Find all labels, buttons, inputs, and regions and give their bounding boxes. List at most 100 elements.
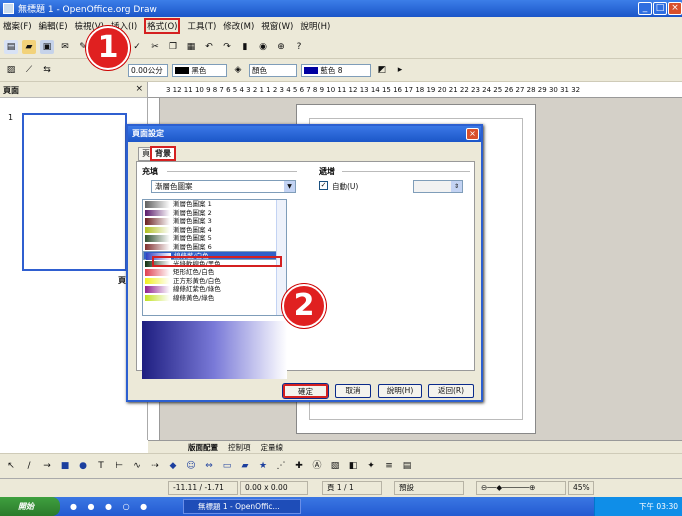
ok-button[interactable]: 確定 (282, 383, 329, 399)
align-icon[interactable]: ≡ (382, 459, 396, 473)
redo-icon[interactable]: ↷ (220, 40, 234, 54)
status-size: 0.00 x 0.00 (240, 481, 308, 495)
gradient-swatch (145, 226, 170, 233)
minimize-button[interactable]: _ (638, 2, 652, 15)
taskbar-item[interactable]: 無標題 1 - OpenOffic... (183, 499, 301, 514)
gradient-list-item[interactable]: 漸層色圖案 2 (143, 209, 286, 218)
close-button[interactable]: × (668, 2, 682, 15)
callouts-icon[interactable]: ▰ (238, 459, 252, 473)
shadow-icon[interactable]: ◩ (375, 63, 389, 77)
pages-panel-close[interactable]: × (135, 84, 143, 94)
basic-shapes-icon[interactable]: ◆ (166, 459, 180, 473)
extrusion-icon[interactable]: ◧ (346, 459, 360, 473)
gradient-list-item[interactable]: 矩形紅色/白色 (143, 268, 286, 277)
cut-icon[interactable]: ✂ (148, 40, 162, 54)
slide-number: 1 (8, 113, 14, 122)
open-icon[interactable]: ▰ (22, 39, 36, 54)
step-callout-1: 1 (86, 26, 130, 70)
menu-format[interactable]: 格式(O) (144, 18, 181, 34)
gradient-list-item[interactable]: 漸層色圖案 4 (143, 226, 286, 235)
line-color-select[interactable]: 黑色 (172, 63, 227, 77)
more-icon[interactable]: ▸ (393, 63, 407, 77)
auto-checkbox[interactable]: ✓ (319, 181, 328, 190)
image-icon[interactable]: ▧ (328, 459, 342, 473)
gradient-list-item[interactable]: 漸層色圖案 5 (143, 234, 286, 243)
menu-edit[interactable]: 編輯(E) (39, 20, 68, 32)
connector-icon[interactable]: ⊢ (112, 459, 126, 473)
gluepoints-icon[interactable]: ✚ (292, 459, 306, 473)
lines-arrows-icon[interactable]: ⇢ (148, 459, 162, 473)
paste-icon[interactable]: ▦ (184, 40, 198, 54)
help-icon[interactable]: ? (292, 40, 306, 54)
menu-modify[interactable]: 修改(M) (223, 20, 254, 32)
tab-dimension-lines[interactable]: 定量線 (261, 442, 284, 453)
line-width-field[interactable]: 0.00公分 (128, 63, 168, 77)
gradient-list-item[interactable]: 漸層色圖案 1 (143, 200, 286, 209)
area-icon[interactable]: ◈ (231, 63, 245, 77)
copy-icon[interactable]: ❐ (166, 40, 180, 54)
fill-group-label: 充填 (142, 167, 158, 176)
status-style: 預設 (394, 481, 464, 495)
arrow-tool-icon[interactable]: → (40, 459, 54, 473)
line-tool-icon[interactable]: / (22, 459, 36, 473)
help-button[interactable]: 說明(H) (378, 384, 422, 398)
arrow-style-icon[interactable]: ⇆ (40, 63, 54, 77)
menu-file[interactable]: 檔案(F) (3, 20, 32, 32)
effects-icon[interactable]: ✦ (364, 459, 378, 473)
gradient-swatch (145, 235, 170, 242)
gradient-list-item[interactable]: 漸層色圖案 6 (143, 243, 286, 252)
points-icon[interactable]: ⋰ (274, 459, 288, 473)
menu-tools[interactable]: 工具(T) (187, 20, 216, 32)
area-style-select[interactable]: 顏色 (249, 63, 297, 77)
menu-help[interactable]: 說明(H) (300, 20, 330, 32)
area-color-select[interactable]: 藍色 8 (301, 63, 371, 77)
zoom-icon[interactable]: ⊕ (274, 40, 288, 54)
flowchart-icon[interactable]: ▭ (220, 459, 234, 473)
quick-launch-icons[interactable]: ● ● ● ○ ● (70, 502, 151, 511)
slide-thumbnail[interactable] (22, 113, 127, 271)
symbol-shapes-icon[interactable]: ☺ (184, 459, 198, 473)
increments-group-label: 遞增 (319, 167, 335, 176)
tab-layout[interactable]: 版面配置 (188, 442, 218, 453)
reset-button[interactable]: 返回(R) (428, 384, 474, 398)
save-icon[interactable]: ▣ (40, 39, 54, 54)
gradient-list-item[interactable]: 線條紅紫色/綠色 (143, 285, 286, 294)
curve-icon[interactable]: ∿ (130, 459, 144, 473)
navigator-icon[interactable]: ◉ (256, 40, 270, 54)
spellcheck-icon[interactable]: ✓ (130, 40, 144, 54)
fontwork-icon[interactable]: Ⓐ (310, 459, 324, 473)
gradient-preview (142, 321, 287, 379)
gradient-list-item[interactable]: 線條黃色/綠色 (143, 294, 286, 303)
undo-icon[interactable]: ↶ (202, 40, 216, 54)
cancel-button[interactable]: 取消 (335, 384, 371, 398)
select-icon[interactable]: ↖ (4, 459, 18, 473)
style-icon[interactable]: ▨ (4, 63, 18, 77)
tab-controls[interactable]: 控制項 (228, 442, 251, 453)
maximize-button[interactable]: □ (653, 2, 667, 15)
new-icon[interactable]: ▤ (4, 39, 18, 54)
text-icon[interactable]: T (94, 459, 108, 473)
pages-panel-title: 頁面 (0, 82, 147, 98)
dialog-close-button[interactable]: × (466, 128, 479, 140)
status-zoom[interactable]: 45% (568, 481, 594, 495)
tab-background[interactable]: 背景 (150, 146, 176, 161)
stars-icon[interactable]: ★ (256, 459, 270, 473)
fill-type-select[interactable]: 漸層色圖案 ▼ (151, 180, 296, 193)
gradient-list-item[interactable]: 漸層色圖案 3 (143, 217, 286, 226)
gradient-name: 漸層色圖案 6 (173, 242, 212, 251)
arrange-icon[interactable]: ▤ (400, 459, 414, 473)
menu-window[interactable]: 視窗(W) (261, 20, 293, 32)
gradient-name: 漸層色圖案 2 (173, 208, 212, 217)
zoom-slider[interactable]: ⊖──◆──────⊕ (476, 481, 566, 495)
clock: 下午 03:30 (639, 502, 678, 511)
mail-icon[interactable]: ✉ (58, 40, 72, 54)
status-bar: -11.11 / -1.71 0.00 x 0.00 頁 1 / 1 預設 ⊖─… (0, 478, 682, 497)
line-icon[interactable]: ⟋ (22, 63, 36, 77)
gradient-list-item[interactable]: 正方形黃色/白色 (143, 277, 286, 286)
rectangle-icon[interactable]: ■ (58, 459, 72, 473)
block-arrows-icon[interactable]: ⇔ (202, 459, 216, 473)
ellipse-icon[interactable]: ● (76, 459, 90, 473)
gradient-name: 漸層色圖案 3 (173, 217, 212, 225)
chart-icon[interactable]: ▮ (238, 40, 252, 54)
start-button[interactable]: 開始 (0, 497, 60, 516)
